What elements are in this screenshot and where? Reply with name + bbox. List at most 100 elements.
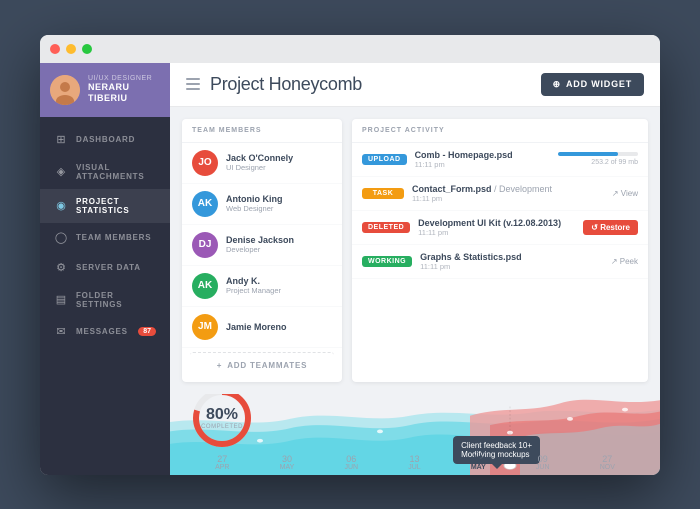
progress-bar xyxy=(558,152,638,156)
activity-info: Graphs & Statistics.psd 11:11 pm xyxy=(420,252,603,271)
sidebar-item-server-data[interactable]: ⚙ Server Data xyxy=(40,253,170,283)
chart-date-label: 09 JUN xyxy=(536,454,550,471)
chart-container: Client feedback 10+ Modifying mockups 80… xyxy=(170,394,660,475)
member-role: Web Designer xyxy=(226,204,332,213)
activity-badge: Deleted xyxy=(362,222,410,233)
list-item: AK Antonio King Web Designer xyxy=(182,184,342,225)
add-teammate-button[interactable]: + Add Teammates xyxy=(190,352,334,378)
sidebar-item-project-statistics[interactable]: ◉ Project Statistics xyxy=(40,189,170,223)
member-name: Jack O'Connely xyxy=(226,153,332,163)
activity-panel-header: Project Activity xyxy=(352,119,648,143)
menu-icon[interactable] xyxy=(186,78,200,90)
activity-info: Comb - Homepage.psd 11:11 pm xyxy=(415,150,550,169)
activity-action[interactable]: ↗ View xyxy=(612,189,638,198)
header: Project Honeycomb ⊕ Add Widget xyxy=(170,63,660,107)
donut-percent: 80% xyxy=(201,406,243,424)
user-name: Neraru Tiberiu xyxy=(88,82,160,105)
activity-time: 11:11 pm xyxy=(418,228,575,237)
nav-icon-dashboard: ⊞ xyxy=(54,133,68,147)
minimize-button[interactable] xyxy=(66,44,76,54)
nav-label-dashboard: Dashboard xyxy=(76,135,135,144)
chart-date-label: 27 APR xyxy=(215,454,229,471)
nav-icon-messages: ✉ xyxy=(54,325,68,339)
donut-container: 80% Completed xyxy=(190,394,254,450)
activity-badge: Working xyxy=(362,256,412,267)
nav-label-server-data: Server Data xyxy=(76,263,141,272)
chart-date-label: 13 JUL xyxy=(408,454,420,471)
activity-time: 11:11 pm xyxy=(412,194,604,203)
member-info: Jamie Moreno xyxy=(226,322,332,332)
member-info: Jack O'Connely UI Designer xyxy=(226,153,332,172)
activity-title: Development UI Kit (v.12.08.2013) xyxy=(418,218,575,228)
sidebar-item-visual-attachments[interactable]: ◈ Visual Attachments xyxy=(40,155,170,189)
panels: Team Members JO Jack O'Connely UI Design… xyxy=(170,107,660,394)
activity-title: Graphs & Statistics.psd xyxy=(420,252,603,262)
activity-info: Contact_Form.psd / Development 11:11 pm xyxy=(412,184,604,203)
team-members-list: JO Jack O'Connely UI Designer AK Antonio… xyxy=(182,143,342,348)
member-name: Jamie Moreno xyxy=(226,322,332,332)
close-button[interactable] xyxy=(50,44,60,54)
app-window: UI/UX Designer Neraru Tiberiu ⊞ Dashboar… xyxy=(40,35,660,475)
activity-badge: Task xyxy=(362,188,404,199)
add-widget-button[interactable]: ⊕ Add Widget xyxy=(541,73,644,96)
chart-date-label: 27 NOV xyxy=(600,454,615,471)
nav-icon-team-members: ◯ xyxy=(54,231,68,245)
chart-date-label: 06 JUN xyxy=(344,454,358,471)
list-item: DJ Denise Jackson Developer xyxy=(182,225,342,266)
member-info: Andy K. Project Manager xyxy=(226,276,332,295)
chart-dates: 27 APR 30 MAY 06 JUN 13 JUL 22 MAY 09 JU… xyxy=(170,454,660,471)
member-name: Antonio King xyxy=(226,194,332,204)
nav-label-project-statistics: Project Statistics xyxy=(76,197,156,215)
member-role: Developer xyxy=(226,245,332,254)
nav-icon-project-statistics: ◉ xyxy=(54,199,68,213)
title-bar xyxy=(40,35,660,63)
activity-time: 11:11 pm xyxy=(415,160,550,169)
activity-info: Development UI Kit (v.12.08.2013) 11:11 … xyxy=(418,218,575,237)
chart-date-label: 30 MAY xyxy=(280,454,295,471)
nav-badge-messages: 87 xyxy=(138,327,156,336)
main-content: Project Honeycomb ⊕ Add Widget Team Memb… xyxy=(170,63,660,475)
user-info: UI/UX Designer Neraru Tiberiu xyxy=(88,75,160,105)
member-name: Denise Jackson xyxy=(226,235,332,245)
member-role: Project Manager xyxy=(226,286,332,295)
page-title: Project Honeycomb xyxy=(210,74,531,95)
donut-label: Completed xyxy=(201,424,243,430)
nav-label-folder-settings: Folder Settings xyxy=(76,291,156,309)
sidebar-nav: ⊞ Dashboard ◈ Visual Attachments ◉ Proje… xyxy=(40,117,170,475)
sidebar-user: UI/UX Designer Neraru Tiberiu xyxy=(40,63,170,117)
list-item: AK Andy K. Project Manager xyxy=(182,266,342,307)
list-item: JM Jamie Moreno xyxy=(182,307,342,348)
sidebar-item-messages[interactable]: ✉ Messages 87 xyxy=(40,317,170,347)
member-role: UI Designer xyxy=(226,163,332,172)
restore-button[interactable]: ↺ Restore xyxy=(583,220,638,235)
avatar xyxy=(50,75,80,105)
activity-action[interactable]: ↗ Peek xyxy=(611,257,638,266)
list-item: Working Graphs & Statistics.psd 11:11 pm… xyxy=(352,245,648,279)
team-panel-header: Team Members xyxy=(182,119,342,143)
team-panel: Team Members JO Jack O'Connely UI Design… xyxy=(182,119,342,382)
nav-label-messages: Messages xyxy=(76,327,128,336)
content-area: Team Members JO Jack O'Connely UI Design… xyxy=(170,107,660,475)
sidebar-item-folder-settings[interactable]: ▤ Folder Settings xyxy=(40,283,170,317)
nav-label-team-members: Team Members xyxy=(76,233,151,242)
avatar: AK xyxy=(192,191,218,217)
activity-title: Contact_Form.psd / Development xyxy=(412,184,604,194)
member-info: Denise Jackson Developer xyxy=(226,235,332,254)
member-info: Antonio King Web Designer xyxy=(226,194,332,213)
activity-list: Upload Comb - Homepage.psd 11:11 pm 253.… xyxy=(352,143,648,279)
avatar: DJ xyxy=(192,232,218,258)
activity-panel: Project Activity Upload Comb - Homepage.… xyxy=(352,119,648,382)
activity-meta: 253.2 of 99 mb xyxy=(558,152,638,166)
activity-time: 11:11 pm xyxy=(420,262,603,271)
avatar: JM xyxy=(192,314,218,340)
sidebar-item-team-members[interactable]: ◯ Team Members xyxy=(40,223,170,253)
activity-title: Comb - Homepage.psd xyxy=(415,150,550,160)
list-item: Upload Comb - Homepage.psd 11:11 pm 253.… xyxy=(352,143,648,177)
sidebar-item-dashboard[interactable]: ⊞ Dashboard xyxy=(40,125,170,155)
activity-badge: Upload xyxy=(362,154,407,165)
list-item: JO Jack O'Connely UI Designer xyxy=(182,143,342,184)
plus-icon: ⊕ xyxy=(553,79,561,90)
activity-size: 253.2 of 99 mb xyxy=(591,159,638,166)
avatar: AK xyxy=(192,273,218,299)
maximize-button[interactable] xyxy=(82,44,92,54)
